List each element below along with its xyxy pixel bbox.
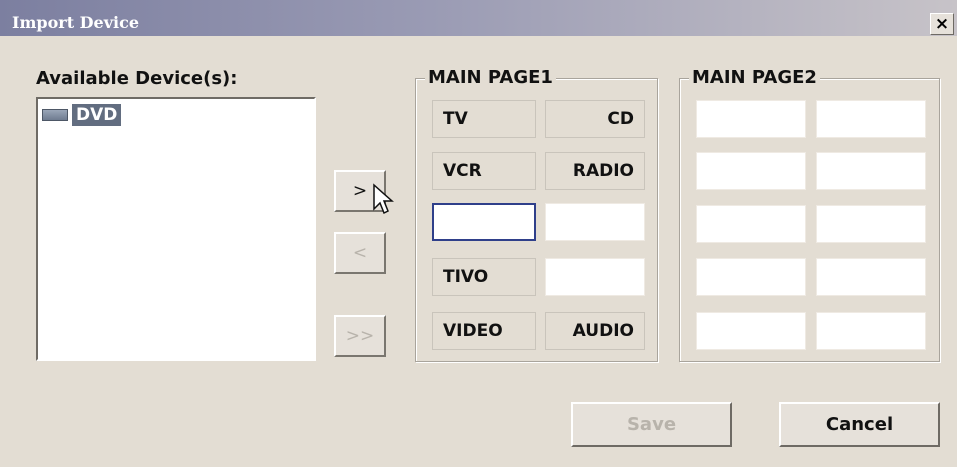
page1-slot-10[interactable]: AUDIO <box>545 312 645 350</box>
page1-slot-1[interactable]: TV <box>432 100 536 138</box>
available-devices-list[interactable]: DVD <box>36 97 316 361</box>
page1-slot-8[interactable] <box>545 258 645 296</box>
list-item-label: DVD <box>72 104 122 126</box>
title-bar: Import Device × <box>0 0 957 36</box>
page2-slot-10[interactable] <box>816 312 926 350</box>
page1-slot-5[interactable] <box>432 203 536 241</box>
page2-slot-8[interactable] <box>816 258 926 296</box>
page2-slot-4[interactable] <box>816 152 926 190</box>
main-page2-title: MAIN PAGE2 <box>689 68 820 88</box>
page2-slot-5[interactable] <box>696 205 806 243</box>
cancel-button[interactable]: Cancel <box>779 402 940 447</box>
remove-button[interactable]: < <box>334 232 386 274</box>
mouse-cursor-icon <box>373 183 394 215</box>
page1-slot-9[interactable]: VIDEO <box>432 312 536 350</box>
page2-slot-9[interactable] <box>696 312 806 350</box>
page2-slot-6[interactable] <box>816 205 926 243</box>
page1-slot-4[interactable]: RADIO <box>545 152 645 190</box>
save-button[interactable]: Save <box>571 402 732 447</box>
window-title: Import Device <box>12 13 140 32</box>
page1-slot-6[interactable] <box>545 203 645 241</box>
page1-slot-7[interactable]: TIVO <box>432 258 536 296</box>
add-all-button[interactable]: >> <box>334 315 386 357</box>
page2-slot-3[interactable] <box>696 152 806 190</box>
page2-slot-7[interactable] <box>696 258 806 296</box>
page1-slot-3[interactable]: VCR <box>432 152 536 190</box>
close-button[interactable]: × <box>930 13 954 35</box>
list-item[interactable]: DVD <box>42 104 122 126</box>
page2-slot-2[interactable] <box>816 100 926 138</box>
device-icon <box>42 109 68 121</box>
page2-slot-1[interactable] <box>696 100 806 138</box>
page1-slot-2[interactable]: CD <box>545 100 645 138</box>
available-devices-label: Available Device(s): <box>36 68 238 89</box>
main-page1-title: MAIN PAGE1 <box>425 68 556 88</box>
